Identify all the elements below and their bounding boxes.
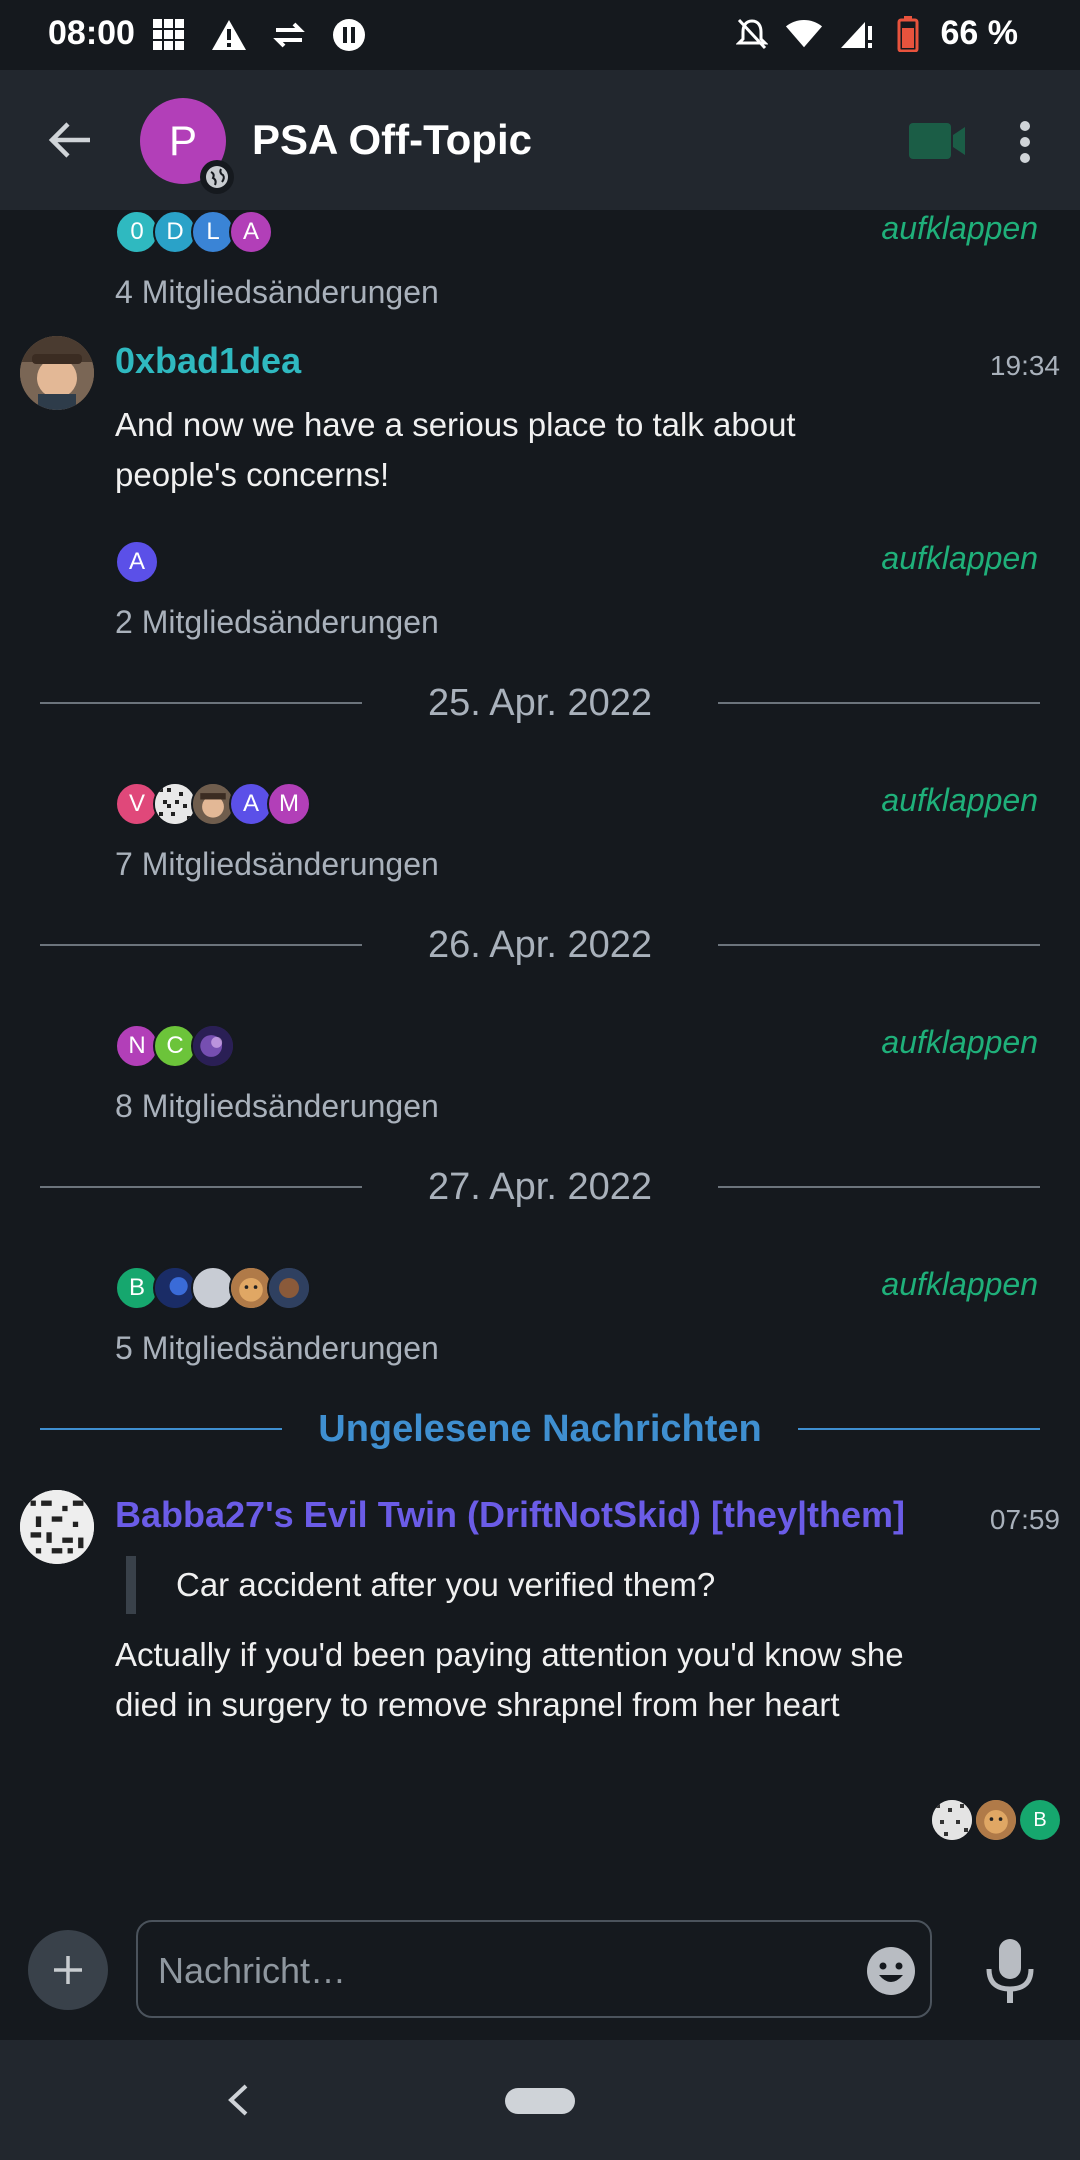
member-changes-summary: 8 Mitgliedsänderungen (115, 1088, 439, 1124)
unread-divider: Ungelesene Nachrichten (40, 1404, 1040, 1454)
message-body: Actually if you'd been paying attention … (115, 1636, 904, 1723)
message-body: And now we have a serious place to talk … (115, 406, 796, 493)
wifi-icon (785, 15, 823, 53)
message-input-box[interactable] (136, 1920, 932, 2018)
expand-link[interactable]: aufklappen (881, 1266, 1038, 1303)
date-label: 26. Apr. 2022 (428, 924, 652, 966)
member-changes-summary: 7 Mitgliedsänderungen (115, 846, 439, 882)
member-avatars: V A M (115, 782, 311, 826)
timeline[interactable]: 0 D L A aufklappen 4 Mitgliedsänderungen… (0, 210, 1080, 1910)
plus-icon (54, 1956, 82, 1984)
qr-avatar (932, 1800, 972, 1840)
date-divider: 27. Apr. 2022 (40, 1162, 1040, 1212)
system-nav-bar (0, 2040, 1080, 2160)
battery-icon (889, 15, 927, 53)
status-right: 66 % (733, 14, 1019, 53)
status-left-icons (150, 16, 368, 54)
galaxy-avatar (191, 1024, 235, 1068)
expand-link[interactable]: aufklappen (881, 1024, 1038, 1061)
member-changes-summary: 4 Mitgliedsänderungen (115, 274, 439, 310)
nav-back-icon (228, 2084, 248, 2116)
data-sync-icon (270, 16, 308, 54)
dog-avatar (976, 1800, 1016, 1840)
sender-name[interactable]: 0xbad1dea (115, 340, 815, 382)
sender-name[interactable]: Babba27's Evil Twin (DriftNotSkid) [they… (115, 1494, 935, 1536)
attach-button[interactable] (28, 1930, 108, 2010)
video-call-button[interactable] (906, 118, 968, 164)
date-label: 25. Apr. 2022 (428, 682, 652, 724)
video-call-icon (909, 123, 965, 159)
globe-icon (200, 160, 234, 194)
microphone-button[interactable] (975, 1932, 1045, 2012)
app-bar: P PSA Off-Topic (0, 70, 1080, 210)
qr-avatar[interactable] (20, 1490, 94, 1564)
date-divider: 25. Apr. 2022 (40, 678, 1040, 728)
date-label: 27. Apr. 2022 (428, 1166, 652, 1208)
mute-icon (733, 15, 771, 53)
pause-icon (330, 16, 368, 54)
message-timestamp: 07:59 (989, 1504, 1060, 1535)
back-button[interactable] (40, 110, 100, 170)
read-receipts[interactable]: B (932, 1800, 1060, 1840)
room-title[interactable]: PSA Off-Topic (252, 116, 532, 164)
member-avatars: B (115, 1266, 311, 1310)
microphone-icon (986, 1939, 1034, 2003)
grid-icon (150, 16, 188, 54)
member-changes-summary: 2 Mitgliedsänderungen (115, 604, 439, 640)
date-divider: 26. Apr. 2022 (40, 920, 1040, 970)
expand-link[interactable]: aufklappen (881, 540, 1038, 577)
unread-label: Ungelesene Nachrichten (318, 1408, 762, 1450)
emoji-button[interactable] (864, 1944, 918, 1998)
avatar: A (229, 210, 273, 254)
member-avatars: A (115, 540, 159, 584)
overflow-menu-button[interactable] (1000, 114, 1050, 170)
signal-icon (837, 15, 875, 53)
expand-link[interactable]: aufklappen (881, 210, 1038, 247)
warning-icon (210, 16, 248, 54)
message-input[interactable] (156, 1942, 840, 2000)
status-bar: 08:00 66 % (0, 0, 1080, 70)
expand-link[interactable]: aufklappen (881, 782, 1038, 819)
composer (0, 1910, 1080, 2040)
avatar: A (115, 540, 159, 584)
avatar: B (1020, 1800, 1060, 1840)
member-changes-summary: 5 Mitgliedsänderungen (115, 1330, 439, 1366)
member-avatars: N C (115, 1024, 235, 1068)
message-timestamp: 19:34 (989, 350, 1060, 381)
avatar: M (267, 782, 311, 826)
photo-avatar (267, 1266, 311, 1310)
emoji-icon (867, 1947, 915, 1995)
battery-percent: 66 % (940, 14, 1019, 52)
member-avatars: 0 D L A (115, 210, 273, 254)
quoted-text: Car accident after you verified them? (126, 1556, 976, 1614)
nav-back-button[interactable] (220, 2082, 256, 2118)
home-pill[interactable] (505, 2088, 575, 2114)
more-vert-icon (1020, 121, 1030, 163)
status-time: 08:00 (48, 14, 135, 52)
back-arrow-icon (48, 122, 90, 158)
avatar[interactable] (20, 336, 94, 410)
